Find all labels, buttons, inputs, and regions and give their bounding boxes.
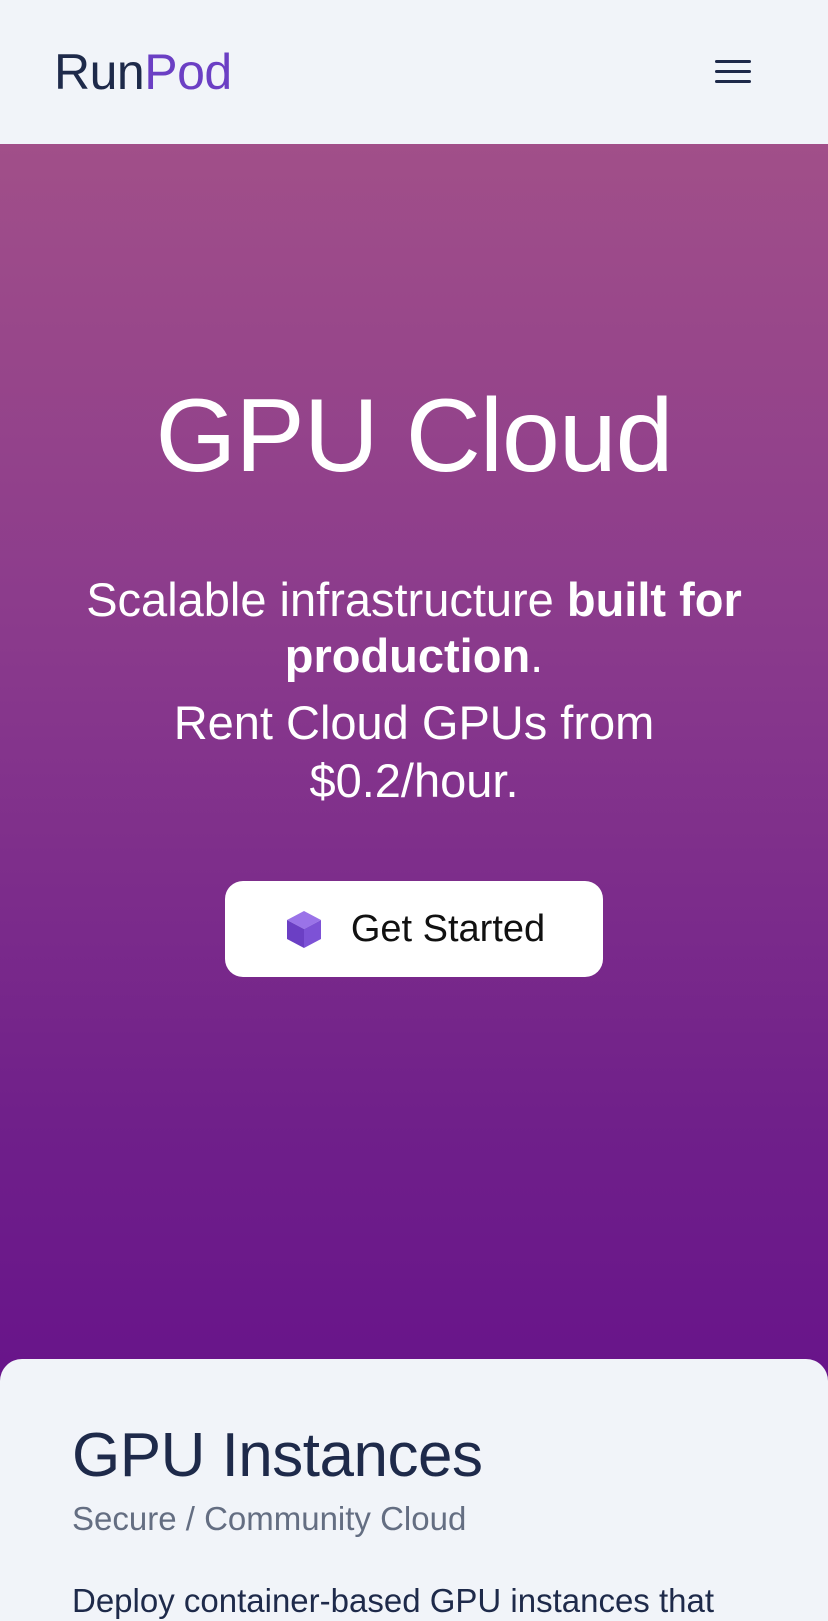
- logo-pod: Pod: [144, 44, 232, 100]
- hero-subtitle-plain: Scalable infrastructure: [86, 573, 567, 626]
- runpod-logo[interactable]: RunPod: [54, 42, 232, 102]
- hero-title: GPU Cloud: [155, 378, 674, 494]
- get-started-label: Get Started: [350, 907, 546, 950]
- hero-price-line: Rent Cloud GPUs from $0.2/hour.: [173, 696, 655, 807]
- section-subtitle: Secure / Community Cloud: [72, 1500, 467, 1537]
- hamburger-menu-icon[interactable]: [712, 56, 752, 86]
- section-body-text: Deploy container-based GPU instances tha…: [72, 1582, 715, 1619]
- hero-section: GPU Cloud Scalable infrastructure built …: [0, 144, 828, 1384]
- get-started-button[interactable]: Get Started: [225, 881, 603, 977]
- hero-subtitle-end: .: [530, 629, 544, 682]
- top-nav: RunPod: [0, 0, 828, 144]
- section-title: GPU Instances: [72, 1421, 483, 1490]
- cube-icon: [286, 911, 321, 948]
- gpu-instances-section: GPU Instances Secure / Community Cloud D…: [0, 1359, 828, 1619]
- logo-run: Run: [54, 44, 145, 100]
- hero-subtitle: Scalable infrastructure built for produc…: [40, 572, 788, 684]
